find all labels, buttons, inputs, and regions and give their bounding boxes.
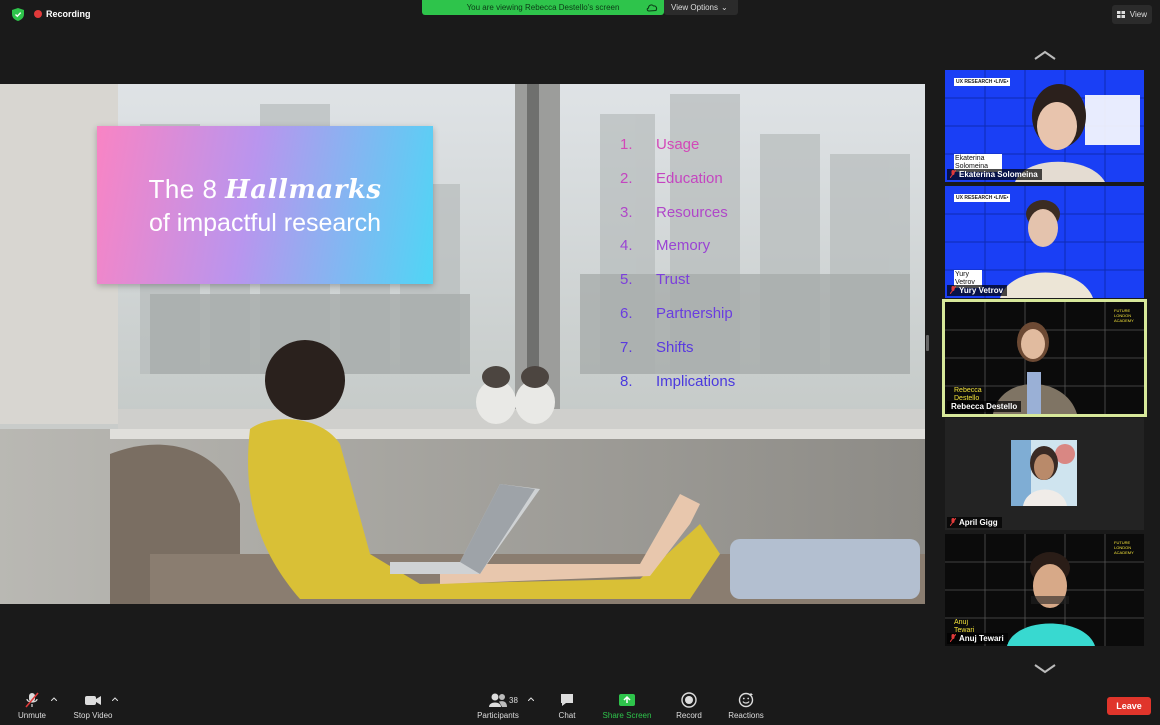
share-screen-icon [619, 694, 635, 706]
participants-label: Participants [477, 711, 519, 720]
record-icon [681, 692, 697, 708]
share-screen-button[interactable]: Share Screen [598, 692, 656, 720]
top-bar: Recording You are viewing Rebecca Destel… [0, 0, 1160, 30]
participant-name-tag: Rebecca Destello [947, 401, 1022, 412]
video-tile-active-speaker[interactable]: FUTURE LONDON ACADEMY Rebecca Destello R… [942, 299, 1147, 417]
participant-count: 38 [509, 696, 518, 705]
list-item-number: 8. [620, 372, 633, 390]
list-item-label: Resources [656, 203, 728, 221]
reactions-label: Reactions [728, 711, 764, 720]
shared-screen-slide: The 8 Hallmarks of impactful research 1.… [0, 84, 925, 604]
participant-name-tag: Ekaterina Solomeina [947, 169, 1042, 180]
muted-mic-icon [950, 518, 956, 526]
academy-logo: FUTURE LONDON ACADEMY [1114, 540, 1134, 555]
unmute-label: Unmute [17, 711, 46, 720]
chat-bubble-icon [561, 694, 573, 706]
list-item: 1. Usage [620, 136, 735, 170]
list-item-label: Memory [656, 237, 711, 255]
security-shield-icon[interactable] [12, 8, 24, 21]
record-label: Record [676, 711, 702, 720]
list-item-label: Implications [656, 372, 736, 390]
list-item-label: Usage [656, 136, 700, 153]
list-item: 3. Resources [620, 204, 735, 238]
unmute-button[interactable]: Unmute [12, 692, 52, 720]
list-item-number: 6. [620, 304, 633, 322]
share-screen-label: Share Screen [602, 711, 652, 720]
chevron-up-icon[interactable] [528, 697, 534, 701]
list-item-label: Partnership [656, 304, 733, 322]
viewing-screen-banner: You are viewing Rebecca Destello's scree… [422, 0, 664, 15]
event-logo: UX RESEARCH •LIVE• [954, 194, 1011, 202]
chevron-up-icon[interactable] [1033, 50, 1057, 60]
participant-name-tag: Yury Vetrov [947, 285, 1008, 296]
chat-button[interactable]: Chat [552, 692, 582, 720]
video-tile[interactable]: UX RESEARCH •LIVE• Yury Vetrov Yury Vetr… [945, 186, 1144, 298]
stop-video-button[interactable]: Stop Video [70, 692, 116, 720]
list-item-number: 1. [620, 136, 633, 153]
video-feed [1011, 440, 1077, 506]
slide-title-emphasis: Hallmarks [225, 175, 382, 205]
list-item: 4. Memory [620, 237, 735, 271]
view-label: View [1129, 10, 1147, 19]
record-button[interactable]: Record [672, 692, 706, 720]
list-item: 2. Education [620, 170, 735, 204]
cloud-icon [646, 4, 658, 12]
list-item-label: Shifts [656, 338, 694, 356]
participant-name-tag: Anuj Tewari [947, 633, 1008, 644]
chevron-up-icon[interactable] [112, 697, 118, 701]
muted-mic-icon [950, 170, 956, 178]
hallmarks-list: 1. Usage 2. Education 3. Resources 4. Memory… [620, 136, 735, 406]
recording-dot-icon [34, 10, 42, 18]
view-options-label: View Options [671, 3, 718, 12]
participants-icon [489, 693, 507, 707]
recording-indicator[interactable]: Recording [34, 9, 91, 19]
chat-label: Chat [558, 711, 576, 720]
leave-button[interactable]: Leave [1107, 697, 1151, 715]
view-options-button[interactable]: View Options ⌄ [664, 0, 738, 15]
chevron-down-icon[interactable] [1033, 664, 1057, 674]
list-item-number: 5. [620, 271, 633, 289]
participant-name: Ekaterina Solomeina [959, 170, 1038, 179]
event-logo: UX RESEARCH •LIVE• [954, 78, 1011, 86]
list-item-number: 2. [620, 169, 633, 187]
participant-name: April Gigg [959, 518, 998, 527]
slide-title-line1: The 8 Hallmarks [97, 174, 433, 205]
muted-mic-icon [950, 286, 956, 294]
meeting-toolbar: Unmute Stop Video Participants 38 Chat S… [0, 688, 1160, 725]
list-item-label: Education [656, 169, 723, 187]
video-tile[interactable]: UX RESEARCH •LIVE• Ekaterina Solomeina E… [945, 70, 1144, 182]
grid-view-icon [1117, 11, 1125, 18]
list-item-number: 4. [620, 237, 633, 255]
chevron-down-icon: ⌄ [721, 3, 728, 12]
participant-name-tag: April Gigg [947, 517, 1002, 528]
list-item: 5. Trust [620, 271, 735, 305]
participant-name: Anuj Tewari [959, 634, 1004, 643]
chevron-up-icon[interactable] [51, 697, 57, 701]
muted-mic-icon [950, 634, 956, 642]
slide-title-prefix: The 8 [148, 174, 218, 204]
video-camera-icon [85, 696, 101, 705]
video-tile[interactable]: April Gigg [945, 418, 1144, 530]
video-tile[interactable]: FUTURE LONDON ACADEMY Anuj Tewari Anuj T… [945, 534, 1144, 646]
reactions-button[interactable]: Reactions [724, 692, 768, 720]
participant-name: Rebecca Destello [951, 402, 1018, 411]
smiley-icon [738, 692, 754, 708]
list-item: 6. Partnership [620, 305, 735, 339]
view-button[interactable]: View [1112, 5, 1152, 24]
list-item-label: Trust [656, 271, 690, 289]
list-item-number: 7. [620, 338, 633, 356]
slide-title-card: The 8 Hallmarks of impactful research [97, 126, 433, 284]
participant-name: Yury Vetrov [959, 286, 1004, 295]
list-item-number: 3. [620, 203, 633, 221]
slide-title-line2: of impactful research [148, 209, 382, 237]
stop-video-label: Stop Video [73, 711, 113, 720]
muted-mic-icon [25, 692, 39, 708]
list-item: 7. Shifts [620, 339, 735, 373]
academy-logo: FUTURE LONDON ACADEMY [1114, 308, 1134, 323]
list-item: 8. Implications [620, 373, 735, 407]
split-resize-handle[interactable] [926, 335, 929, 351]
recording-label: Recording [46, 9, 91, 19]
viewing-screen-label: You are viewing Rebecca Destello's scree… [466, 3, 620, 12]
